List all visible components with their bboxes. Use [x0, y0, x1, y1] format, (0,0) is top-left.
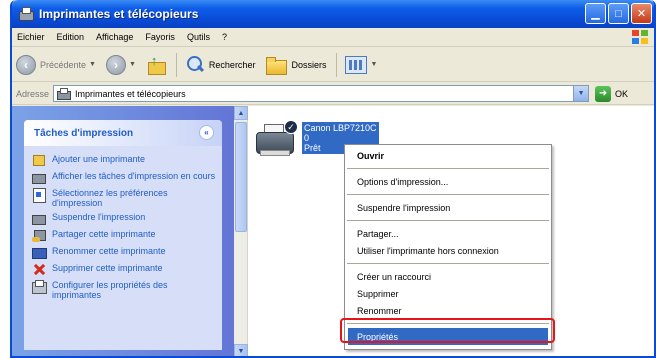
- printer-jobs: 0: [304, 133, 310, 143]
- print-queue-icon: [32, 171, 46, 184]
- toolbar-separator: [175, 52, 177, 77]
- add-printer-icon: [32, 154, 46, 167]
- menu-view[interactable]: Affichage: [96, 32, 133, 42]
- task-preferences[interactable]: Sélectionnez les préférences d'impressio…: [32, 188, 216, 208]
- scroll-down-icon[interactable]: ▼: [234, 344, 248, 356]
- printer-item[interactable]: ✓: [254, 120, 298, 160]
- views-dropdown-icon[interactable]: ▼: [370, 61, 377, 68]
- windows-logo-icon: [632, 30, 648, 44]
- preferences-icon: [32, 188, 46, 203]
- task-label: Afficher les tâches d'impression en cour…: [52, 171, 216, 181]
- pause-printing-icon: [32, 212, 46, 225]
- up-button[interactable]: [146, 53, 166, 75]
- task-label: Partager cette imprimante: [52, 229, 156, 239]
- task-delete-printer[interactable]: Supprimer cette imprimante: [32, 263, 216, 276]
- back-button[interactable]: ‹ Précédente ▼: [16, 54, 96, 75]
- printer-properties-icon: [32, 280, 47, 294]
- menu-tools[interactable]: Qutils: [187, 32, 210, 42]
- printer-folder-icon: [18, 7, 34, 21]
- menu-printing-preferences[interactable]: Options d'impression...: [345, 173, 551, 190]
- task-label: Suspendre l'impression: [52, 212, 146, 222]
- go-arrow-icon[interactable]: ➜: [595, 85, 612, 102]
- menu-sharing[interactable]: Partager...: [345, 225, 551, 242]
- menu-help[interactable]: ?: [222, 32, 227, 42]
- menu-bar: Eichier Edition Affichage Fayoris Qutils…: [12, 28, 654, 47]
- menu-create-shortcut[interactable]: Créer un raccourci: [345, 268, 551, 285]
- task-share-printer[interactable]: Partager cette imprimante: [32, 229, 216, 242]
- task-rename-printer[interactable]: Renommer cette imprimante: [32, 246, 216, 259]
- search-label: Rechercher: [208, 59, 256, 70]
- address-bar: Adresse Imprimantes et télécopieurs ▼ ➜ …: [12, 83, 654, 105]
- address-label: Adresse: [16, 88, 50, 99]
- printer-name: Canon LBP7210C: [304, 123, 377, 133]
- minimize-button[interactable]: ▁: [585, 3, 606, 24]
- printer-tasks-box: Tâches d'impression « Ajouter une imprim…: [24, 120, 222, 350]
- views-button[interactable]: ▼: [345, 55, 377, 74]
- go-button[interactable]: OK: [615, 89, 628, 99]
- folders-label: Dossiers: [291, 59, 327, 70]
- task-printer-properties[interactable]: Configurer les propriétés des imprimante…: [32, 280, 216, 300]
- printer-tray: [260, 150, 290, 156]
- printer-tasks-title: Tâches d'impression: [34, 127, 134, 139]
- toolbar-separator: [336, 52, 338, 77]
- task-view-queue[interactable]: Afficher les tâches d'impression en cour…: [32, 171, 216, 184]
- back-arrow-icon: ‹: [16, 54, 36, 75]
- address-dropdown-icon[interactable]: ▼: [573, 86, 589, 101]
- title-bar[interactable]: Imprimantes et télécopieurs ▁ □ ✕: [12, 0, 654, 28]
- delete-icon: [32, 263, 46, 276]
- back-label: Précédente: [40, 59, 87, 70]
- folders-icon: [265, 56, 288, 75]
- task-add-printer[interactable]: Ajouter une imprimante: [32, 154, 216, 167]
- address-value: Imprimantes et télécopieurs: [75, 88, 186, 99]
- default-printer-check-icon: ✓: [284, 120, 298, 134]
- collapse-chevron-icon[interactable]: «: [199, 125, 214, 140]
- rename-printer-icon: [32, 246, 47, 259]
- menu-separator: [347, 168, 549, 169]
- menu-edit[interactable]: Edition: [57, 32, 85, 42]
- menu-favorites[interactable]: Fayoris: [145, 32, 175, 42]
- share-printer-icon: [32, 229, 46, 242]
- printers-folder-icon: [57, 88, 72, 100]
- views-icon: [345, 55, 368, 74]
- menu-separator: [347, 263, 549, 264]
- explorer-window: Imprimantes et télécopieurs ▁ □ ✕ Eichie…: [10, 0, 656, 358]
- menu-pause-printing[interactable]: Suspendre l'impression: [345, 199, 551, 216]
- menu-properties[interactable]: Propriétés: [348, 328, 548, 345]
- search-icon: [185, 55, 205, 75]
- maximize-button[interactable]: □: [608, 3, 629, 24]
- address-field[interactable]: Imprimantes et télécopieurs ▼: [53, 85, 590, 102]
- forward-arrow-icon: ›: [105, 54, 126, 75]
- task-label: Configurer les propriétés des imprimante…: [52, 280, 168, 300]
- menu-use-offline[interactable]: Utiliser l'imprimante hors connexion: [345, 242, 551, 259]
- menu-open[interactable]: Ouvrir: [345, 147, 551, 164]
- folders-button[interactable]: Dossiers: [265, 56, 327, 75]
- close-button[interactable]: ✕: [631, 3, 652, 24]
- forward-dropdown-icon[interactable]: ▼: [129, 61, 136, 68]
- toolbar: ‹ Précédente ▼ › ▼ Rechercher Dossiers ▼: [12, 48, 654, 82]
- task-label: Sélectionnez les préférences d'impressio…: [52, 188, 168, 208]
- task-pane: Tâches d'impression « Ajouter une imprim…: [12, 106, 234, 356]
- window-title: Imprimantes et télécopieurs: [39, 7, 199, 21]
- printer-tasks-header[interactable]: Tâches d'impression «: [24, 120, 222, 146]
- menu-rename[interactable]: Renommer: [345, 302, 551, 319]
- back-dropdown-icon[interactable]: ▼: [89, 61, 96, 68]
- task-list: Ajouter une imprimante Afficher les tâch…: [24, 146, 222, 300]
- vertical-scrollbar[interactable]: ▲ ▼: [234, 106, 248, 356]
- task-label: Ajouter une imprimante: [52, 154, 146, 164]
- forward-button[interactable]: › ▼: [105, 54, 136, 75]
- search-button[interactable]: Rechercher: [185, 55, 256, 75]
- menu-file[interactable]: Eichier: [17, 32, 45, 42]
- task-label: Renommer cette imprimante: [52, 246, 166, 256]
- menu-separator: [347, 220, 549, 221]
- menu-separator: [347, 323, 549, 324]
- context-menu: Ouvrir Options d'impression... Suspendre…: [344, 144, 552, 350]
- scroll-thumb[interactable]: [235, 122, 247, 232]
- menu-delete[interactable]: Supprimer: [345, 285, 551, 302]
- task-pause-printing[interactable]: Suspendre l'impression: [32, 212, 216, 225]
- scroll-up-icon[interactable]: ▲: [234, 106, 248, 120]
- menu-separator: [347, 194, 549, 195]
- folder-up-icon: [146, 53, 166, 75]
- task-label: Supprimer cette imprimante: [52, 263, 163, 273]
